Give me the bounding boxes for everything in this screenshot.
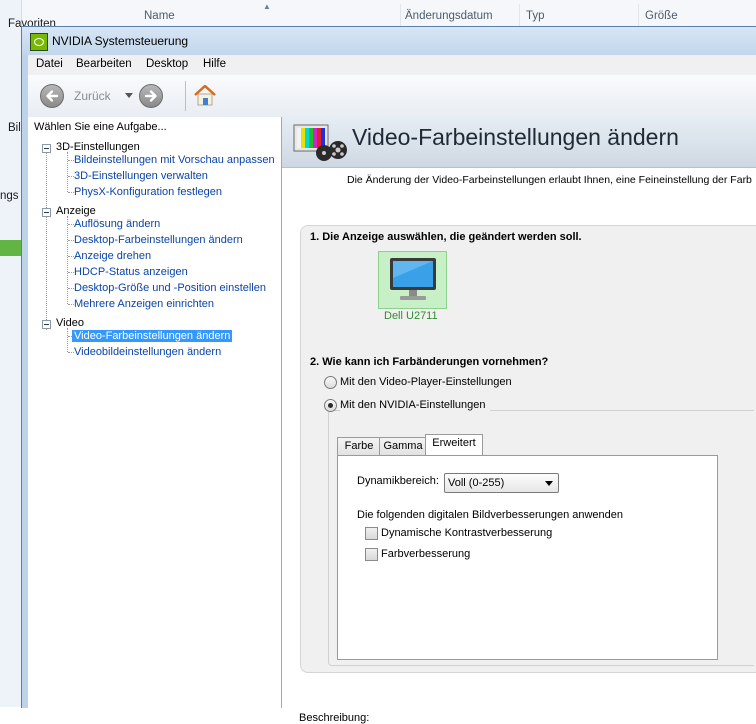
task-anzeige-drehen[interactable]: Anzeige drehen — [74, 250, 151, 262]
column-type[interactable]: Typ — [526, 10, 545, 22]
column-size[interactable]: Größe — [645, 10, 678, 22]
arrow-right-icon — [144, 90, 157, 102]
task-desktop-farbeinstellungen[interactable]: Desktop-Farbeinstellungen ändern — [74, 234, 243, 246]
dynamic-range-select[interactable]: Voll (0-255) — [444, 473, 559, 493]
column-separator — [638, 4, 639, 28]
tab-gamma[interactable]: Gamma — [379, 437, 427, 455]
tab-farbe[interactable]: Farbe — [337, 437, 381, 455]
task-pane-header: Wählen Sie eine Aufgabe... — [34, 121, 167, 133]
category-video[interactable]: Video — [56, 317, 84, 329]
dynamic-range-value: Voll (0-255) — [448, 477, 505, 489]
tree-line — [67, 216, 68, 304]
nvidia-control-panel-window: NVIDIA Systemsteuerung Datei Bearbeiten … — [21, 26, 756, 724]
nvidia-logo-icon — [30, 33, 48, 51]
column-name[interactable]: Name — [144, 10, 175, 22]
menu-datei[interactable]: Datei — [36, 58, 63, 70]
menu-bar: Datei Bearbeiten Desktop Hilfe — [28, 55, 756, 76]
description-label: Beschreibung: — [299, 712, 370, 724]
toolbar-separator — [185, 81, 186, 111]
back-history-dropdown-icon[interactable] — [125, 93, 133, 98]
window-title: NVIDIA Systemsteuerung — [52, 34, 189, 48]
task-video-farbeinstellungen[interactable]: Video-Farbeinstellungen ändern — [72, 330, 233, 342]
collapse-anzeige-icon[interactable] — [42, 208, 51, 217]
tree-line — [46, 152, 47, 330]
forward-button[interactable] — [139, 84, 163, 108]
checkbox-color-enhancement[interactable] — [365, 548, 378, 561]
task-desktop-groesse-position[interactable]: Desktop-Größe und -Position einstellen — [74, 282, 266, 294]
collapse-video-icon[interactable] — [42, 320, 51, 329]
task-videobildeinstellungen[interactable]: Videobildeinstellungen ändern — [74, 346, 221, 358]
task-aufloesung-aendern[interactable]: Auflösung ändern — [74, 218, 160, 230]
task-physx-konfiguration[interactable]: PhysX-Konfiguration festlegen — [74, 186, 222, 198]
column-separator — [400, 4, 401, 28]
display-name[interactable]: Dell U2711 — [384, 310, 438, 322]
background-sidebar: Favoriten Bil ngs — [0, 0, 56, 707]
settings-fragment: ngs — [0, 190, 19, 202]
sort-arrow-icon: ▲ — [263, 2, 271, 11]
menu-hilfe[interactable]: Hilfe — [203, 58, 226, 70]
category-3d-einstellungen[interactable]: 3D-Einstellungen — [56, 141, 140, 153]
checkbox-dynamic-contrast[interactable] — [365, 527, 378, 540]
intro-text: Die Änderung der Video-Farbeinstellungen… — [347, 174, 752, 186]
title-bar[interactable]: NVIDIA Systemsteuerung — [22, 27, 756, 55]
step2-heading: 2. Wie kann ich Farbänderungen vornehmen… — [310, 356, 549, 368]
page-title: Video-Farbeinstellungen ändern — [352, 124, 679, 150]
task-3d-einstellungen-verwalten[interactable]: 3D-Einstellungen verwalten — [74, 170, 208, 182]
column-separator — [519, 4, 520, 28]
chevron-down-icon — [545, 481, 553, 486]
progress-fragment — [0, 240, 21, 256]
checkbox-color-enhancement-label[interactable]: Farbverbesserung — [381, 548, 470, 560]
tab-erweitert[interactable]: Erweitert — [425, 434, 483, 455]
tree-line — [67, 328, 68, 352]
display-selector-dell[interactable] — [378, 251, 447, 309]
content-pane: Video-Farbeinstellungen ändern Die Änder… — [282, 117, 756, 724]
radio-nvidia-settings-label[interactable]: Mit den NVIDIA-Einstellungen — [340, 399, 490, 411]
step1-heading: 1. Die Anzeige auswählen, die geändert w… — [310, 231, 582, 243]
radio-player-settings-label[interactable]: Mit den Video-Player-Einstellungen — [340, 376, 512, 388]
tree-line — [67, 152, 68, 192]
tab-content-erweitert: Dynamikbereich: Voll (0-255) Die folgend… — [337, 455, 718, 660]
back-label[interactable]: Zurück — [74, 89, 111, 103]
back-button[interactable] — [40, 84, 64, 108]
task-mehrere-anzeigen[interactable]: Mehrere Anzeigen einrichten — [74, 298, 214, 310]
task-pane: Wählen Sie eine Aufgabe... 3D-Einstellun… — [28, 117, 282, 708]
radio-player-settings[interactable] — [324, 376, 337, 389]
collapse-3d-icon[interactable] — [42, 144, 51, 153]
settings-panel: 1. Die Anzeige auswählen, die geändert w… — [300, 225, 756, 673]
dynamic-range-label: Dynamikbereich: — [357, 475, 439, 487]
column-date[interactable]: Änderungsdatum — [405, 10, 493, 22]
page-banner: Video-Farbeinstellungen ändern — [282, 117, 756, 168]
toolbar: Zurück — [28, 75, 756, 118]
video-color-settings-icon — [293, 124, 347, 161]
task-hdcp-status[interactable]: HDCP-Status anzeigen — [74, 266, 188, 278]
menu-bearbeiten[interactable]: Bearbeiten — [76, 58, 132, 70]
arrow-left-icon — [46, 90, 59, 102]
checkbox-dynamic-contrast-label[interactable]: Dynamische Kontrastverbesserung — [381, 527, 552, 539]
radio-nvidia-settings[interactable] — [324, 399, 337, 412]
library-fragment: Bil — [8, 122, 21, 134]
enhancements-label: Die folgenden digitalen Bildverbesserung… — [357, 509, 624, 521]
home-icon[interactable] — [192, 83, 218, 107]
category-anzeige[interactable]: Anzeige — [56, 205, 96, 217]
menu-desktop[interactable]: Desktop — [146, 58, 188, 70]
monitor-icon — [390, 258, 436, 300]
task-bildeinstellungen-vorschau[interactable]: Bildeinstellungen mit Vorschau anpassen — [74, 154, 275, 166]
